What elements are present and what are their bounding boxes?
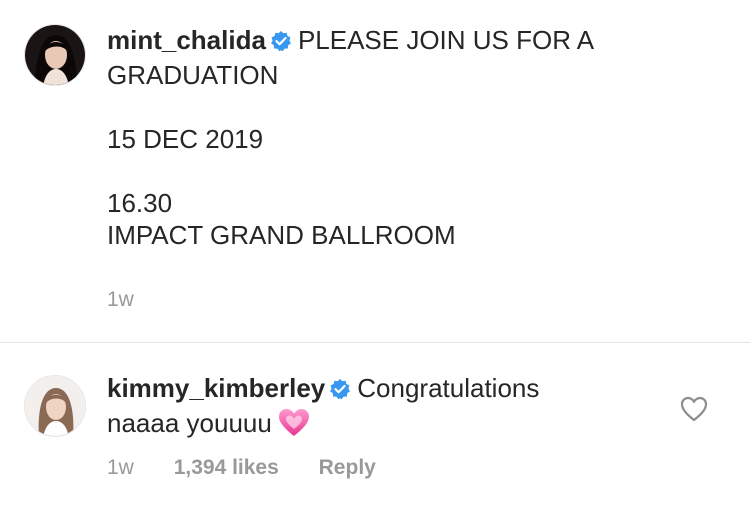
comment-likes-count[interactable]: 1,394 likes — [174, 456, 279, 479]
comment-meta: 1w 1,394 likes Reply — [107, 456, 410, 480]
pink-heart-emoji-icon — [278, 408, 310, 445]
comment-text: kimmy_kimberley Congratulations naaaa you… — [107, 372, 539, 445]
comment-text-line2: naaaa youuuu — [107, 408, 272, 438]
verified-badge-icon — [329, 375, 351, 407]
post-author-avatar[interactable] — [24, 24, 86, 86]
comment-timestamp: 1w — [107, 456, 134, 479]
divider — [0, 342, 750, 343]
post-caption-line1: PLEASE JOIN US FOR A — [297, 25, 595, 55]
post-caption: mint_chalida PLEASE JOIN US FOR A GRADUAT… — [0, 0, 750, 342]
post-meta: 1w — [107, 288, 168, 312]
like-comment-heart-icon[interactable] — [680, 396, 708, 422]
comment-text-line1: Congratulations — [357, 373, 540, 403]
post-caption-body: GRADUATION 15 DEC 2019 16.30 IMPACT GRAN… — [107, 60, 456, 250]
verified-badge-icon — [270, 27, 292, 59]
reply-button[interactable]: Reply — [319, 456, 376, 479]
post-timestamp: 1w — [107, 288, 134, 311]
post-username[interactable]: mint_chalida — [107, 25, 266, 55]
post-caption-text: mint_chalida PLEASE JOIN US FOR A GRADUAT… — [107, 24, 594, 251]
commenter-avatar[interactable] — [24, 375, 86, 437]
comment-username[interactable]: kimmy_kimberley — [107, 373, 325, 403]
